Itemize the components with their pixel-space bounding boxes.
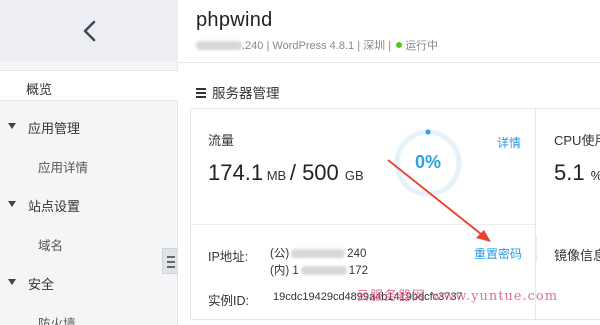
sidebar-group-site-settings[interactable]: 站点设置 xyxy=(0,190,178,218)
traffic-total: 500 xyxy=(302,160,339,185)
public-ip-prefix: (公) xyxy=(270,248,290,260)
sidebar-collapse-handle[interactable] xyxy=(162,248,178,274)
traffic-total-unit: GB xyxy=(344,168,364,183)
private-ip-prefix: (内) xyxy=(270,265,290,277)
region: 深圳 xyxy=(363,40,386,52)
public-ip: (公) 240 xyxy=(270,245,366,261)
sidebar-group-label: 应用管理 xyxy=(28,121,81,136)
app-version: WordPress 4.8.1 xyxy=(272,40,355,52)
redacted-ip xyxy=(291,249,346,258)
traffic-used-unit: MB xyxy=(266,168,287,183)
app-meta: .240 | WordPress 4.8.1 | 深圳 | 运行中 xyxy=(196,37,438,53)
redacted-ip xyxy=(196,41,242,50)
details-link[interactable]: 详情 xyxy=(497,134,521,151)
sidebar-item-label: 概览 xyxy=(26,82,53,97)
private-ip-suffix: 172 xyxy=(348,265,368,277)
sidebar-item-label: 应用详情 xyxy=(38,161,89,175)
ip-label: IP地址: xyxy=(208,250,249,264)
status-text: 运行中 xyxy=(405,40,439,52)
private-ip-mid: 1 xyxy=(292,265,299,277)
instance-id-label: 实例ID: xyxy=(208,294,249,308)
back-button[interactable] xyxy=(0,0,178,62)
caret-down-icon xyxy=(8,201,16,207)
sidebar-group-security[interactable]: 安全 xyxy=(0,268,178,296)
cpu-value-unit: % xyxy=(591,168,600,183)
cpu-label: CPU使用 xyxy=(554,133,600,148)
sidebar-item-domain[interactable]: 域名 xyxy=(0,229,178,255)
traffic-used: 174.1 xyxy=(208,160,264,185)
caret-down-icon xyxy=(8,123,16,129)
traffic-label: 流量 xyxy=(208,133,235,148)
chevron-left-icon xyxy=(83,20,96,42)
reset-password-link[interactable]: 重置密码 xyxy=(474,245,522,262)
sidebar-item-overview[interactable]: 概览 xyxy=(0,70,178,101)
page-title: phpwind xyxy=(196,9,273,31)
list-icon xyxy=(196,88,206,98)
section-title: 服务器管理 xyxy=(196,82,280,102)
card-divider xyxy=(190,224,536,225)
ip-suffix: .240 xyxy=(242,40,264,52)
mirror-info-label: 镜像信息 xyxy=(554,248,600,263)
sidebar-item-firewall[interactable]: 防火墙 xyxy=(0,307,178,325)
traffic-percent: 0% xyxy=(414,152,441,172)
caret-down-icon xyxy=(8,279,16,285)
header-divider xyxy=(178,62,600,63)
watermark: 云服务器网 www.yuntue.com xyxy=(356,289,559,304)
cpu-value: 5.1 % xyxy=(554,160,600,186)
sidebar-group-label: 站点设置 xyxy=(28,199,81,214)
sidebar-group-app-management[interactable]: 应用管理 xyxy=(0,112,178,140)
sidebar-item-app-details[interactable]: 应用详情 xyxy=(0,151,178,177)
sidebar-item-label: 防火墙 xyxy=(38,317,76,325)
redacted-ip xyxy=(300,266,347,275)
traffic-separator: / xyxy=(289,160,296,185)
cpu-value-number: 5.1 xyxy=(554,160,585,185)
section-title-text: 服务器管理 xyxy=(212,86,280,101)
sidebar: 概览 应用管理 应用详情 站点设置 域名 安全 防火墙 xyxy=(0,0,178,325)
private-ip: (内) 1 172 xyxy=(270,262,368,278)
vertical-divider xyxy=(536,236,537,262)
traffic-value: 174.1 MB / 500 GB xyxy=(208,160,364,186)
status-dot-icon xyxy=(396,42,403,48)
sidebar-item-label: 域名 xyxy=(38,239,64,253)
public-ip-suffix: 240 xyxy=(347,248,367,260)
sidebar-group-label: 安全 xyxy=(28,277,55,292)
